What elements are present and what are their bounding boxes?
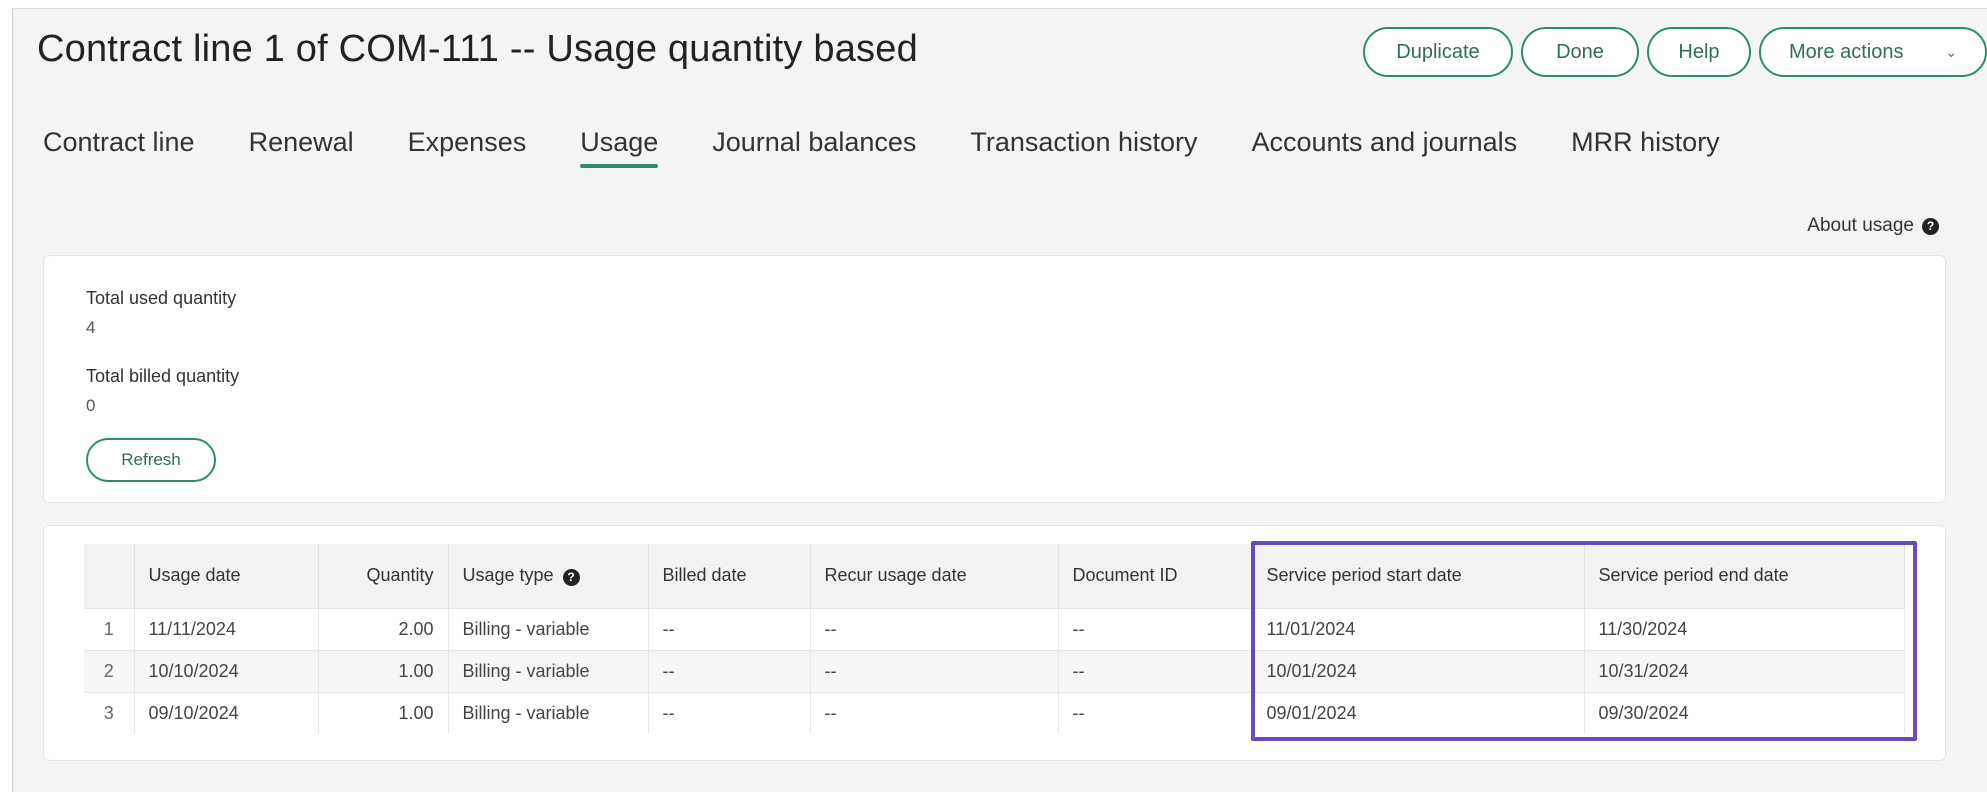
tab-renewal[interactable]: Renewal (249, 127, 354, 168)
usage-type-header-label: Usage type (462, 565, 554, 586)
table-row[interactable]: 2 10/10/2024 1.00 Billing - variable -- … (84, 649, 1905, 692)
table-row[interactable]: 3 09/10/2024 1.00 Billing - variable -- … (84, 691, 1905, 734)
help-button[interactable]: Help (1647, 27, 1751, 77)
document-id-cell: -- (1058, 607, 1253, 650)
table-header-row: Usage date Quantity Usage type ? Billed … (84, 544, 1905, 608)
page-title: Contract line 1 of COM-111 -- Usage quan… (37, 28, 918, 70)
row-number: 1 (84, 607, 135, 650)
document-id-cell: -- (1058, 691, 1253, 734)
tab-transaction-history[interactable]: Transaction history (970, 127, 1197, 168)
tab-expenses[interactable]: Expenses (408, 127, 527, 168)
service-period-start-cell: 11/01/2024 (1252, 607, 1585, 650)
usage-date-cell: 11/11/2024 (134, 607, 319, 650)
quantity-cell: 1.00 (318, 691, 449, 734)
usage-type-cell: Billing - variable (448, 649, 649, 692)
service-period-start-cell: 09/01/2024 (1252, 691, 1585, 734)
billed-date-cell: -- (648, 691, 811, 734)
usage-date-cell: 09/10/2024 (134, 691, 319, 734)
more-actions-button[interactable]: More actions ⌄ (1759, 27, 1987, 77)
about-usage-label: About usage (1807, 215, 1914, 236)
action-bar: Duplicate Done Help More actions ⌄ (1363, 27, 1987, 77)
total-used-label: Total used quantity (86, 288, 237, 308)
column-header-usage-type[interactable]: Usage type ? (448, 544, 649, 608)
about-usage-link[interactable]: About usage ? (1807, 215, 1939, 237)
service-period-start-cell: 10/01/2024 (1252, 649, 1585, 692)
chevron-down-icon: ⌄ (1945, 43, 1957, 60)
column-header-row-number (84, 544, 135, 608)
recur-usage-date-cell: -- (810, 607, 1059, 650)
usage-table: Usage date Quantity Usage type ? Billed … (84, 544, 1905, 734)
service-period-end-cell: 10/31/2024 (1584, 649, 1905, 692)
tab-accounts-and-journals[interactable]: Accounts and journals (1252, 127, 1518, 168)
total-used-value: 4 (86, 318, 96, 337)
more-actions-label: More actions (1789, 40, 1904, 63)
page-frame: Contract line 1 of COM-111 -- Usage quan… (12, 8, 1987, 792)
quantity-cell: 1.00 (318, 649, 449, 692)
total-billed-value: 0 (86, 396, 96, 415)
tab-usage[interactable]: Usage (580, 127, 659, 168)
usage-date-cell: 10/10/2024 (134, 649, 319, 692)
column-header-billed-date[interactable]: Billed date (648, 544, 811, 608)
total-billed-label: Total billed quantity (86, 366, 240, 386)
recur-usage-date-cell: -- (810, 691, 1059, 734)
refresh-button[interactable]: Refresh (86, 438, 216, 482)
help-circle-icon[interactable]: ? (562, 568, 580, 586)
service-period-end-cell: 11/30/2024 (1584, 607, 1905, 650)
usage-table-card: Usage date Quantity Usage type ? Billed … (43, 525, 1946, 761)
column-header-service-period-end-date[interactable]: Service period end date (1584, 544, 1905, 608)
recur-usage-date-cell: -- (810, 649, 1059, 692)
column-header-usage-date[interactable]: Usage date (134, 544, 319, 608)
duplicate-button[interactable]: Duplicate (1363, 27, 1513, 77)
usage-summary-card: Total used quantity 4 Total billed quant… (43, 255, 1946, 503)
tab-mrr-history[interactable]: MRR history (1571, 127, 1720, 168)
tab-journal-balances[interactable]: Journal balances (712, 127, 916, 168)
column-header-document-id[interactable]: Document ID (1058, 544, 1253, 608)
tab-contract-line[interactable]: Contract line (43, 127, 195, 168)
usage-type-cell: Billing - variable (448, 691, 649, 734)
tab-bar: Contract line Renewal Expenses Usage Jou… (43, 127, 1720, 168)
usage-type-cell: Billing - variable (448, 607, 649, 650)
service-period-end-cell: 09/30/2024 (1584, 691, 1905, 734)
billed-date-cell: -- (648, 649, 811, 692)
column-header-recur-usage-date[interactable]: Recur usage date (810, 544, 1059, 608)
row-number: 2 (84, 649, 135, 692)
quantity-cell: 2.00 (318, 607, 449, 650)
billed-date-cell: -- (648, 607, 811, 650)
column-header-service-period-start-date[interactable]: Service period start date (1252, 544, 1585, 608)
column-header-quantity[interactable]: Quantity (318, 544, 449, 608)
help-circle-icon[interactable]: ? (1922, 217, 1939, 235)
table-row[interactable]: 1 11/11/2024 2.00 Billing - variable -- … (84, 607, 1905, 650)
document-id-cell: -- (1058, 649, 1253, 692)
done-button[interactable]: Done (1521, 27, 1639, 77)
row-number: 3 (84, 691, 135, 734)
